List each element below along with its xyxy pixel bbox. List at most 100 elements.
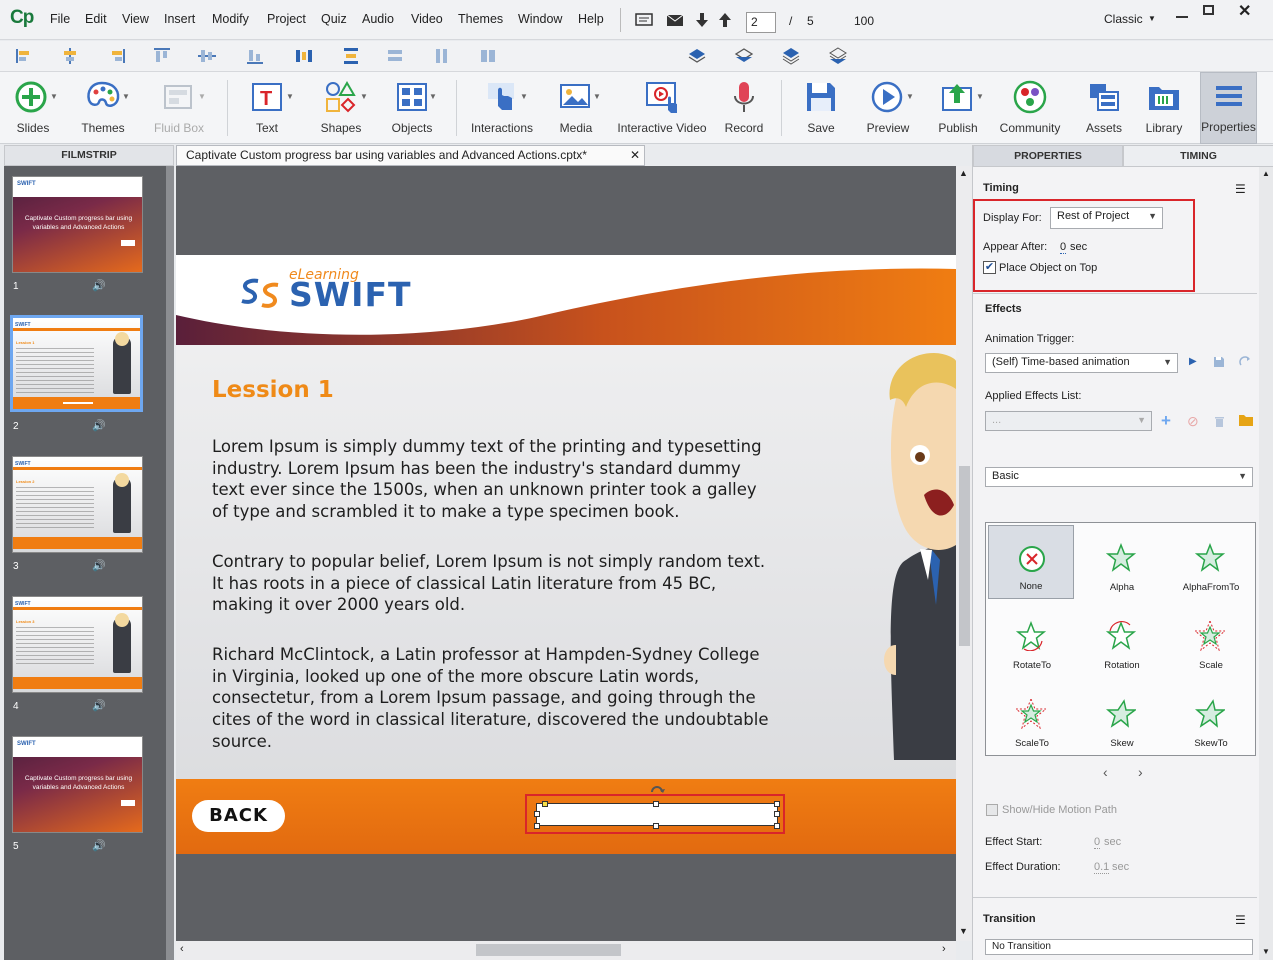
arrow-down-icon[interactable] <box>692 10 712 30</box>
comment-icon[interactable] <box>634 10 654 30</box>
filmstrip-scrollbar[interactable] <box>166 166 174 960</box>
filmstrip-thumbnail[interactable]: SWIFT Captivate Custom progress bar usin… <box>12 176 143 273</box>
menu-video[interactable]: Video <box>411 12 443 26</box>
text-button[interactable]: T ▼ Text <box>234 72 300 144</box>
same-width-icon[interactable] <box>385 47 405 65</box>
menu-edit[interactable]: Edit <box>85 12 107 26</box>
save-effect-icon[interactable] <box>1213 356 1225 368</box>
align-bottom-icon[interactable] <box>245 47 265 65</box>
record-button[interactable]: Record <box>714 72 774 144</box>
same-height-icon[interactable] <box>432 47 452 65</box>
scroll-right-icon[interactable]: › <box>942 943 946 955</box>
shapes-button[interactable]: ▼ Shapes <box>308 72 374 144</box>
effect-scale[interactable]: Scale <box>1167 603 1255 677</box>
scroll-thumb[interactable] <box>959 466 970 646</box>
menu-themes[interactable]: Themes <box>458 12 503 26</box>
arrow-up-icon[interactable] <box>715 10 735 30</box>
add-effect-icon[interactable]: + <box>1161 411 1171 431</box>
same-size-icon[interactable] <box>478 47 498 65</box>
menu-insert[interactable]: Insert <box>164 12 195 26</box>
tab-timing[interactable]: TIMING <box>1123 145 1273 167</box>
effect-rotateto[interactable]: RotateTo <box>988 603 1076 677</box>
community-button[interactable]: Community <box>996 72 1064 144</box>
effect-alphafromto[interactable]: AlphaFromTo <box>1167 525 1255 599</box>
scroll-down-icon[interactable]: ▼ <box>1262 947 1270 956</box>
menu-quiz[interactable]: Quiz <box>321 12 347 26</box>
scroll-left-icon[interactable]: ‹ <box>180 943 184 955</box>
save-button[interactable]: Save <box>790 72 852 144</box>
effect-none[interactable]: None <box>988 525 1074 599</box>
resize-handle[interactable] <box>534 811 540 817</box>
tab-close-icon[interactable]: ✕ <box>630 148 640 162</box>
rotate-handle-icon[interactable] <box>648 782 666 798</box>
resize-handle[interactable] <box>653 823 659 829</box>
bring-forward-icon[interactable] <box>687 47 707 65</box>
section-menu-icon[interactable]: ☰ <box>1235 182 1246 196</box>
filmstrip-thumbnail[interactable]: SWIFT Captivate Custom progress bar usin… <box>12 736 143 833</box>
resize-handle[interactable] <box>774 811 780 817</box>
publish-button[interactable]: ▼ Publish <box>926 72 990 144</box>
resize-handle[interactable] <box>774 801 780 807</box>
filmstrip-thumbnail[interactable]: SWIFT Lession 2 <box>12 456 143 553</box>
menu-audio[interactable]: Audio <box>362 12 394 26</box>
section-menu-icon[interactable]: ☰ <box>1235 913 1246 927</box>
gallery-next-icon[interactable]: › <box>1138 764 1143 780</box>
menu-file[interactable]: File <box>50 12 70 26</box>
effect-scaleto[interactable]: ScaleTo <box>988 681 1076 755</box>
stage-horizontal-scrollbar[interactable]: ‹ › <box>176 941 956 960</box>
animation-trigger-select[interactable]: (Self) Time-based animation ▼ <box>985 353 1178 373</box>
folder-icon[interactable] <box>1238 413 1254 427</box>
slides-button[interactable]: ▼ Slides <box>0 72 66 144</box>
menu-help[interactable]: Help <box>578 12 604 26</box>
menu-view[interactable]: View <box>122 12 149 26</box>
slide-canvas[interactable]: eLearning SWIFT Lession 1 Lorem Ipsum is… <box>176 255 956 854</box>
send-to-back-icon[interactable] <box>828 47 848 65</box>
scroll-thumb[interactable] <box>476 944 621 956</box>
stage-vertical-scrollbar[interactable]: ▲ ▼ <box>956 166 972 941</box>
align-middle-icon[interactable] <box>197 47 217 65</box>
align-left-icon[interactable] <box>14 47 34 65</box>
menu-project[interactable]: Project <box>267 12 306 26</box>
align-top-icon[interactable] <box>152 47 172 65</box>
maximize-icon[interactable] <box>1203 5 1214 15</box>
resize-handle[interactable] <box>653 801 659 807</box>
scroll-up-icon[interactable]: ▲ <box>1262 169 1270 178</box>
zoom-level[interactable]: 100 <box>854 14 874 28</box>
effect-skew[interactable]: Skew <box>1078 681 1166 755</box>
effect-category-select[interactable]: Basic ▼ <box>985 467 1253 487</box>
current-slide-input[interactable]: 2 <box>746 12 776 33</box>
minimize-icon[interactable] <box>1176 4 1188 18</box>
tab-properties[interactable]: PROPERTIES <box>973 145 1123 167</box>
scroll-down-icon[interactable]: ▼ <box>959 926 968 936</box>
scroll-up-icon[interactable]: ▲ <box>959 168 968 178</box>
themes-button[interactable]: ▼ Themes <box>70 72 136 144</box>
resize-handle[interactable] <box>542 801 548 807</box>
menu-modify[interactable]: Modify <box>212 12 249 26</box>
resize-handle[interactable] <box>774 823 780 829</box>
distribute-horizontal-icon[interactable] <box>294 47 314 65</box>
menu-window[interactable]: Window <box>518 12 562 26</box>
media-button[interactable]: ▼ Media <box>544 72 608 144</box>
effect-alpha[interactable]: Alpha <box>1078 525 1166 599</box>
workspace-switcher[interactable]: Classic <box>1104 12 1143 26</box>
interactions-button[interactable]: ▼ Interactions <box>466 72 538 144</box>
bring-to-front-icon[interactable] <box>781 47 801 65</box>
back-button[interactable]: BACK <box>192 800 285 832</box>
gallery-prev-icon[interactable]: ‹ <box>1103 764 1108 780</box>
filmstrip-thumbnail[interactable]: SWIFT Lession 3 <box>12 596 143 693</box>
mail-icon[interactable] <box>665 10 685 30</box>
display-for-select[interactable]: Rest of Project ▼ <box>1050 207 1163 229</box>
properties-scrollbar[interactable]: ▲ ▼ <box>1259 167 1273 960</box>
appear-after-value[interactable]: 0 <box>1060 241 1067 254</box>
properties-button[interactable]: Properties <box>1200 72 1257 144</box>
align-center-icon[interactable] <box>60 47 80 65</box>
resize-handle[interactable] <box>534 823 540 829</box>
transition-select[interactable]: No Transition <box>985 939 1253 955</box>
assets-button[interactable]: Assets <box>1074 72 1134 144</box>
effect-skewto[interactable]: SkewTo <box>1167 681 1255 755</box>
align-right-icon[interactable] <box>107 47 127 65</box>
filmstrip-thumbnail-selected[interactable]: SWIFT Lession 1 <box>10 315 143 412</box>
close-icon[interactable]: ✕ <box>1238 1 1251 21</box>
preview-button[interactable]: ▼ Preview <box>856 72 920 144</box>
send-backward-icon[interactable] <box>734 47 754 65</box>
